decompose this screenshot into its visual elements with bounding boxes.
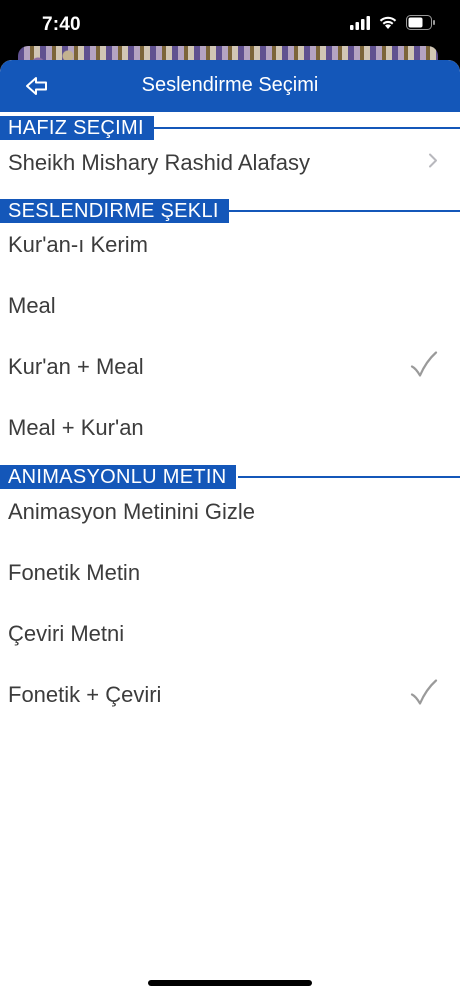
row-label: Kur'an-ı Kerim — [8, 232, 148, 257]
status-time: 7:40 — [42, 14, 81, 35]
checkmark-icon — [410, 679, 438, 711]
chevron-right-icon — [428, 153, 438, 174]
option-row[interactable]: Meal — [0, 276, 460, 336]
option-row[interactable]: Fonetik Metin — [0, 543, 460, 603]
status-icons — [350, 15, 436, 35]
row-label: Meal — [8, 293, 56, 318]
row-label: Animasyon Metinini Gizle — [8, 499, 255, 524]
section-divider — [150, 127, 460, 129]
home-indicator[interactable] — [148, 980, 312, 986]
row-label: Meal + Kur'an — [8, 415, 144, 440]
battery-icon — [406, 15, 436, 35]
row-label: Çeviri Metni — [8, 621, 125, 646]
navigation-bar: Seslendirme Seçimi — [0, 60, 460, 112]
row-label: Sheikh Mishary Rashid Alafasy — [8, 150, 311, 175]
option-row[interactable]: Kur'an-ı Kerim — [0, 215, 460, 275]
reciter-row[interactable]: Sheikh Mishary Rashid Alafasy — [0, 133, 460, 193]
option-row[interactable]: Fonetik + Çeviri — [0, 665, 460, 725]
option-row[interactable]: Meal + Kur'an — [0, 398, 460, 458]
row-label: Fonetik Metin — [8, 560, 141, 585]
signal-icon — [350, 15, 370, 35]
status-bar: 7:40 — [0, 0, 460, 50]
option-row[interactable]: Çeviri Metni — [0, 604, 460, 664]
section-divider — [220, 210, 460, 212]
row-label: Fonetik + Çeviri — [8, 682, 162, 707]
modal-sheet: Seslendirme Seçimi HAFIZ SEÇIMI Sheikh M… — [0, 60, 460, 996]
row-label: Kur'an + Meal — [8, 354, 144, 379]
option-row[interactable]: Kur'an + Meal — [0, 337, 460, 397]
section-divider — [238, 476, 460, 478]
wifi-icon — [378, 15, 398, 35]
option-row[interactable]: Animasyon Metinini Gizle — [0, 482, 460, 542]
page-title: Seslendirme Seçimi — [141, 74, 319, 96]
checkmark-icon — [410, 351, 438, 383]
